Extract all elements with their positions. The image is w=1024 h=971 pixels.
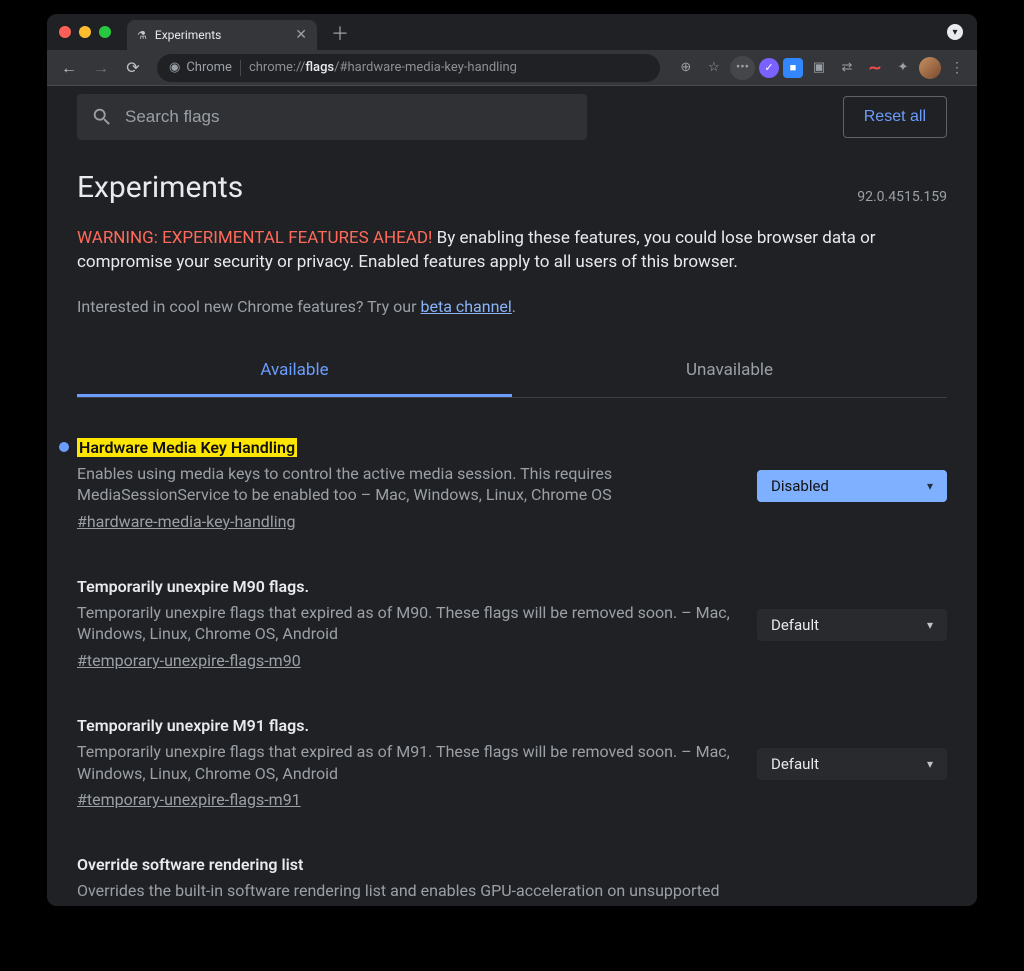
flag-body: Override software rendering list Override… xyxy=(77,855,737,902)
flag-description: Temporarily unexpire flags that expired … xyxy=(77,602,737,645)
flags-tabs: Available Unavailable xyxy=(77,346,947,398)
browser-toolbar: ← → ⟳ ◉ Chrome chrome://flags/#hardware-… xyxy=(47,50,977,86)
flag-item: Temporarily unexpire M91 flags. Temporari… xyxy=(77,716,947,809)
flag-title: Temporarily unexpire M90 flags. xyxy=(77,577,309,596)
flag-state-label: Default xyxy=(771,616,819,634)
close-window-button[interactable] xyxy=(59,26,71,38)
search-flags-input[interactable] xyxy=(125,107,573,127)
maximize-window-button[interactable] xyxy=(99,26,111,38)
search-icon xyxy=(91,106,113,128)
browser-window: ⚗ Experiments ✕ ＋ ▾ ← → ⟳ ◉ Chrome chrom… xyxy=(47,14,977,906)
search-flags-box[interactable] xyxy=(77,94,587,140)
minimize-window-button[interactable] xyxy=(79,26,91,38)
flag-select-wrap: Disabled ▾ xyxy=(757,470,947,502)
warning-prefix: WARNING: EXPERIMENTAL FEATURES AHEAD! xyxy=(77,228,432,248)
profile-avatar[interactable] xyxy=(919,57,941,79)
reset-all-button[interactable]: Reset all xyxy=(843,96,947,138)
tab-title: Experiments xyxy=(155,28,222,42)
extension-icon-4[interactable]: ⇄ xyxy=(835,56,859,80)
flag-select-wrap: Default ▾ xyxy=(757,748,947,780)
browser-menu-icon[interactable]: ⋮ xyxy=(945,56,969,80)
flag-state-select[interactable]: Default ▾ xyxy=(757,748,947,780)
beta-channel-link[interactable]: beta channel xyxy=(420,297,511,316)
extension-icon-3[interactable]: ▣ xyxy=(807,56,831,80)
chevron-down-icon: ▾ xyxy=(927,757,933,771)
beta-channel-text: Interested in cool new Chrome features? … xyxy=(77,297,947,316)
flag-title: Hardware Media Key Handling xyxy=(77,438,297,457)
bookmark-icon[interactable]: ☆ xyxy=(702,56,726,80)
forward-button[interactable]: → xyxy=(87,54,115,82)
url-host: Chrome xyxy=(186,60,232,75)
toolbar-icons: ⊕ ☆ ••• ✓ ■ ▣ ⇄ ∼ ✦ ⋮ xyxy=(674,56,969,80)
url-text: chrome://flags/#hardware-media-key-handl… xyxy=(249,60,517,75)
chevron-down-icon: ▾ xyxy=(927,618,933,632)
window-controls xyxy=(59,26,111,38)
flag-description: Enables using media keys to control the … xyxy=(77,463,737,506)
flags-top-row: Reset all xyxy=(47,86,977,148)
flag-anchor-link[interactable]: #temporary-unexpire-flags-m90 xyxy=(77,651,301,670)
tab-overflow-button[interactable]: ▾ xyxy=(947,24,963,40)
page-content: Reset all Experiments 92.0.4515.159 WARN… xyxy=(47,86,977,906)
flag-state-label: Disabled xyxy=(771,477,829,495)
tab-available[interactable]: Available xyxy=(77,346,512,397)
flag-description: Temporarily unexpire flags that expired … xyxy=(77,741,737,784)
extension-icon-1[interactable]: ✓ xyxy=(759,58,779,78)
flags-list: Hardware Media Key Handling Enables using… xyxy=(77,438,947,902)
flag-item: Temporarily unexpire M90 flags. Temporari… xyxy=(77,577,947,670)
separator xyxy=(240,60,241,76)
reload-button[interactable]: ⟳ xyxy=(119,54,147,82)
tab-bar: ⚗ Experiments ✕ ＋ ▾ xyxy=(47,14,977,50)
chrome-icon: ◉ xyxy=(169,60,180,75)
flag-description: Overrides the built-in software renderin… xyxy=(77,880,737,902)
flag-title: Temporarily unexpire M91 flags. xyxy=(77,716,309,735)
flag-item: Override software rendering list Override… xyxy=(77,855,947,902)
new-tab-button[interactable]: ＋ xyxy=(331,20,349,46)
flag-anchor-link[interactable]: #hardware-media-key-handling xyxy=(77,512,295,531)
flag-body: Temporarily unexpire M90 flags. Temporari… xyxy=(77,577,737,670)
chrome-version: 92.0.4515.159 xyxy=(857,189,947,205)
tab-unavailable[interactable]: Unavailable xyxy=(512,346,947,397)
flag-item: Hardware Media Key Handling Enables using… xyxy=(77,438,947,531)
extension-icon-2[interactable]: ■ xyxy=(783,58,803,78)
extension-icon-5[interactable]: ∼ xyxy=(863,56,887,80)
flag-state-select[interactable]: Disabled ▾ xyxy=(757,470,947,502)
modified-dot-icon xyxy=(59,442,69,452)
flag-anchor-link[interactable]: #temporary-unexpire-flags-m91 xyxy=(77,790,301,809)
flag-body: Temporarily unexpire M91 flags. Temporari… xyxy=(77,716,737,809)
flag-title: Override software rendering list xyxy=(77,855,303,874)
more-extensions-icon[interactable]: ••• xyxy=(730,56,755,80)
browser-tab[interactable]: ⚗ Experiments ✕ xyxy=(127,20,317,50)
flag-state-label: Default xyxy=(771,755,819,773)
flag-body: Hardware Media Key Handling Enables using… xyxy=(77,438,737,531)
back-button[interactable]: ← xyxy=(55,54,83,82)
page-title: Experiments xyxy=(77,170,243,205)
flag-select-wrap: Default ▾ xyxy=(757,609,947,641)
close-tab-icon[interactable]: ✕ xyxy=(295,27,307,43)
address-bar[interactable]: ◉ Chrome chrome://flags/#hardware-media-… xyxy=(157,54,660,82)
flask-icon: ⚗ xyxy=(137,29,147,42)
zoom-icon[interactable]: ⊕ xyxy=(674,56,698,80)
chevron-down-icon: ▾ xyxy=(927,479,933,493)
extensions-puzzle-icon[interactable]: ✦ xyxy=(891,56,915,80)
flag-state-select[interactable]: Default ▾ xyxy=(757,609,947,641)
warning-text: WARNING: EXPERIMENTAL FEATURES AHEAD! By… xyxy=(77,227,947,275)
